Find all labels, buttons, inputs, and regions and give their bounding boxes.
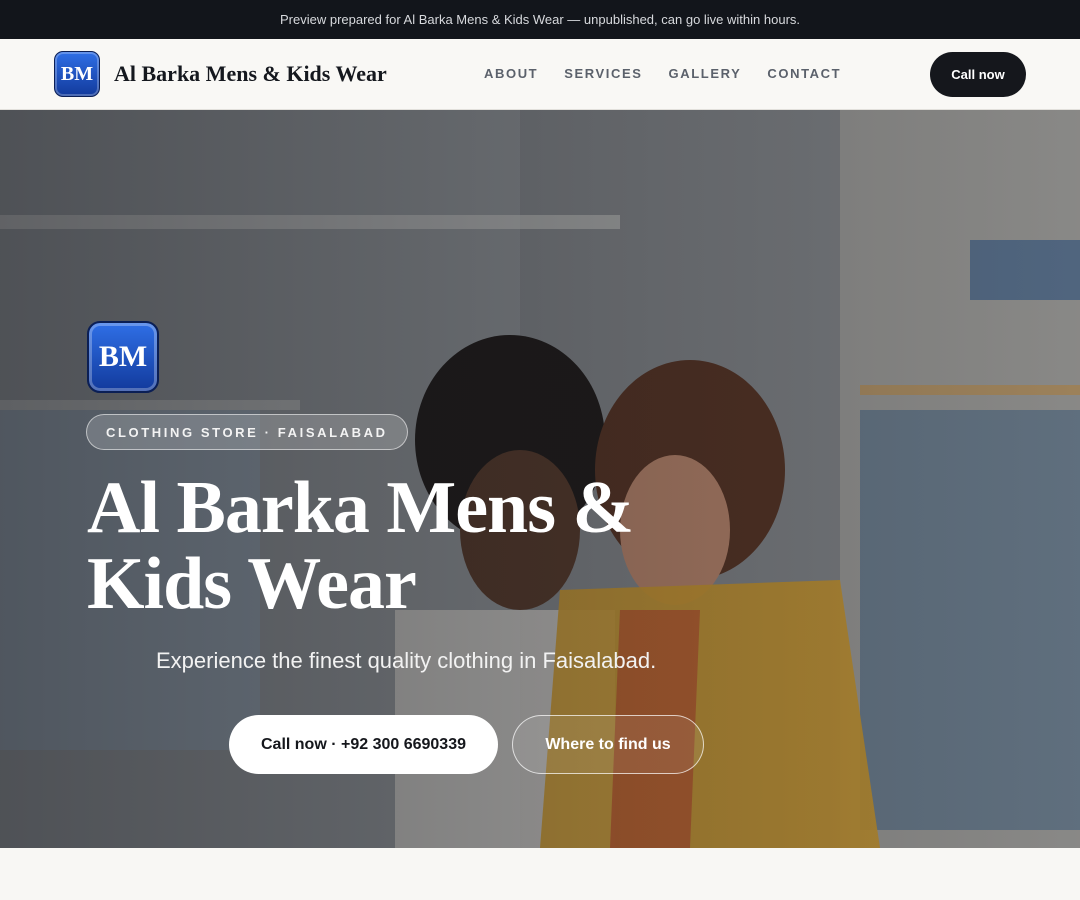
brand-logo-text: BM <box>60 62 94 85</box>
hero-logo: BM <box>87 321 159 393</box>
site-header: BM Al Barka Mens & Kids Wear ABOUT SERVI… <box>0 39 1080 110</box>
nav-link-about[interactable]: ABOUT <box>484 66 538 81</box>
category-badge: CLOTHING STORE · FAISALABAD <box>86 414 408 450</box>
brand-logo[interactable]: BM <box>54 51 100 97</box>
find-us-button[interactable]: Where to find us <box>512 715 704 774</box>
nav-link-gallery[interactable]: GALLERY <box>669 66 742 81</box>
brand-name[interactable]: Al Barka Mens & Kids Wear <box>114 61 387 87</box>
hero-section: BM CLOTHING STORE · FAISALABAD Al Barka … <box>0 110 1080 848</box>
hero-subtitle: Experience the finest quality clothing i… <box>156 648 657 673</box>
call-phone-button[interactable]: Call now · +92 300 6690339 <box>229 715 498 774</box>
call-now-button[interactable]: Call now <box>930 52 1026 97</box>
hero-title: Al Barka Mens & Kids Wear <box>87 467 634 625</box>
main-nav: ABOUT SERVICES GALLERY CONTACT <box>484 66 867 81</box>
hero-logo-text: BM <box>98 340 148 373</box>
preview-banner-text: Preview prepared for Al Barka Mens & Kid… <box>279 12 801 27</box>
nav-link-services[interactable]: SERVICES <box>564 66 642 81</box>
nav-link-contact[interactable]: CONTACT <box>767 66 841 81</box>
preview-banner: Preview prepared for Al Barka Mens & Kid… <box>0 0 1080 39</box>
